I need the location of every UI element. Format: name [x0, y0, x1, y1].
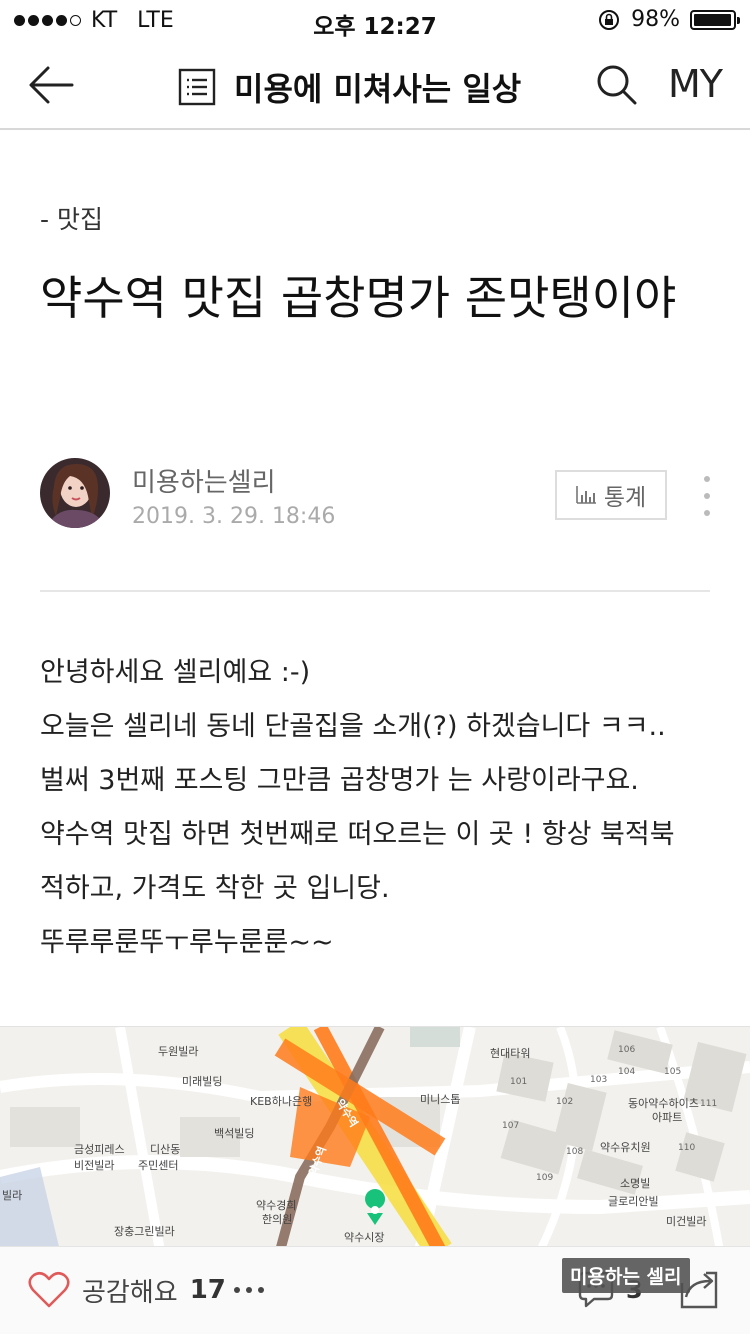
- map-label: 두원빌라: [158, 1045, 199, 1058]
- map-label: 금성피레스: [74, 1143, 125, 1156]
- building-number: 108: [566, 1147, 584, 1157]
- rotation-lock-icon: [599, 9, 620, 30]
- like-button[interactable]: 공감해요 17: [28, 1271, 226, 1309]
- post-title: 약수역 맛집 곱창명가 존맛탱이야: [40, 271, 677, 325]
- building-number: 109: [536, 1173, 554, 1183]
- map-label: 미니스톱: [420, 1093, 461, 1106]
- stats-button[interactable]: 통계: [555, 470, 667, 520]
- body-line: 벌써 3번째 포스팅 그만큼 곱창명가 는 사랑이라구요.: [40, 765, 639, 796]
- map-label: 미건빌라: [666, 1215, 707, 1228]
- blog-name-badge: 미용하는 셀리: [562, 1258, 690, 1293]
- map-label: 주민센터: [138, 1159, 179, 1172]
- like-count: 17: [189, 1275, 226, 1305]
- back-button[interactable]: [26, 62, 76, 108]
- avatar-image: [40, 458, 110, 528]
- body-line: 오늘은 셀리네 동네 단골집을 소개(?) 하겠습니다 ㅋㅋ..: [40, 711, 666, 742]
- bar-chart-icon: [576, 486, 596, 504]
- map-label: 미래빌딩: [182, 1075, 223, 1088]
- my-button[interactable]: MY: [668, 62, 723, 106]
- heart-icon: [28, 1271, 70, 1308]
- more-horiz-icon: [234, 1287, 240, 1293]
- map-label: 약수유치원: [600, 1141, 651, 1154]
- building-number: 104: [618, 1067, 636, 1077]
- avatar[interactable]: [40, 458, 110, 528]
- map-embed[interactable]: 두원빌라 미래빌딩 KEB하나은행 백석빌딩 금성피레스 비전빌라 디산동 주민…: [0, 1026, 750, 1250]
- list-icon: [178, 68, 216, 106]
- building-number: 110: [678, 1143, 696, 1153]
- body-line: 뚜루루룬뚜ㅜ루누룬룬~~: [40, 927, 334, 958]
- blog-title-link[interactable]: 미용에 미쳐사는 일상: [178, 64, 521, 110]
- building-number: 111: [700, 1099, 718, 1109]
- map-label: 디산동: [150, 1143, 181, 1156]
- body-line: 약수역 맛집 하면 첫번째로 떠오르는 이 곳 ! 항상 북적북: [40, 819, 675, 850]
- building-number: 107: [502, 1121, 520, 1131]
- search-button[interactable]: [596, 64, 638, 106]
- more-button[interactable]: [234, 1287, 264, 1293]
- post-date: 2019. 3. 29. 18:46: [132, 504, 336, 529]
- building-number: 102: [556, 1097, 574, 1107]
- map-label: 현대타워: [490, 1047, 531, 1060]
- map-label: 한의원: [262, 1213, 293, 1226]
- building-number: 103: [590, 1075, 608, 1085]
- search-icon: [597, 65, 637, 105]
- building-number: 106: [618, 1045, 636, 1055]
- status-right: 98%: [597, 7, 740, 32]
- map-label: 비전빌라: [74, 1159, 115, 1172]
- status-bar: KT LTE 오후 12:27 98%: [0, 0, 750, 40]
- stats-label: 통계: [603, 485, 647, 511]
- header-divider: [40, 590, 710, 592]
- body-line: 안녕하세요 셀리예요 :-): [40, 657, 311, 688]
- map-label: 백석빌딩: [214, 1127, 255, 1140]
- map-label: 빌라: [2, 1189, 23, 1202]
- like-label: 공감해요: [82, 1277, 178, 1308]
- map-label: 소명빌: [620, 1177, 651, 1190]
- building-number: 105: [664, 1067, 682, 1077]
- more-options-button[interactable]: [700, 476, 714, 516]
- building-number: 101: [510, 1077, 528, 1087]
- blog-title: 미용에 미쳐사는 일상: [234, 70, 522, 108]
- map-label: 아파트: [652, 1111, 683, 1124]
- map-label: KEB하나은행: [250, 1095, 313, 1108]
- more-vert-icon: [704, 476, 710, 482]
- post-category[interactable]: - 맛집: [40, 200, 103, 236]
- back-arrow-icon: [29, 66, 74, 104]
- body-line: 적하고, 가격도 착한 곳 입니당.: [40, 873, 390, 904]
- map-label: 장충그린빌라: [114, 1225, 175, 1238]
- battery-percent: 98%: [631, 7, 680, 32]
- map-label: 글로리안빌: [608, 1195, 659, 1208]
- map-label: 약수시장: [344, 1231, 385, 1244]
- post-body: 안녕하세요 셀리예요 :-) 오늘은 셀리네 동네 단골집을 소개(?) 하겠습…: [40, 646, 720, 970]
- blog-nav-bar: 미용에 미쳐사는 일상 MY: [0, 40, 750, 130]
- author-name[interactable]: 미용하는셀리: [132, 462, 276, 499]
- battery-icon: [690, 9, 740, 30]
